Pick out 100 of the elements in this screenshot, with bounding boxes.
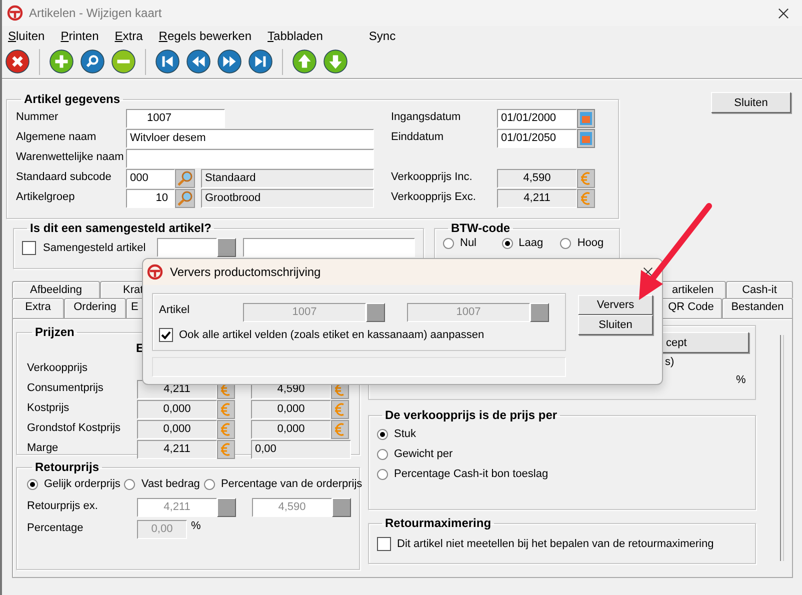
lookup-button[interactable] bbox=[217, 498, 236, 517]
field-label: Grondstof Kostprijs bbox=[27, 421, 122, 436]
radio-label[interactable]: Laag bbox=[518, 237, 544, 249]
lookup-button[interactable] bbox=[332, 498, 351, 517]
lookup-button[interactable] bbox=[366, 303, 385, 322]
field-label: Verkoopprijs Inc. bbox=[391, 170, 474, 185]
radio-button[interactable] bbox=[204, 478, 215, 490]
group-title: Is dit een samengesteld artikel? bbox=[29, 221, 212, 235]
input-field[interactable]: Witvloer desem bbox=[126, 129, 374, 148]
tab[interactable]: Cash-it bbox=[726, 281, 793, 298]
option-label: s) bbox=[665, 356, 674, 368]
input-field: 0,000 bbox=[251, 420, 331, 439]
input-field: Standaard bbox=[201, 169, 374, 188]
close-button[interactable]: Sluiten bbox=[711, 92, 791, 113]
input-field: 4,211 bbox=[137, 498, 217, 517]
input-field[interactable]: 10 bbox=[126, 189, 175, 208]
close-icon[interactable] bbox=[778, 8, 789, 18]
menu-item[interactable]: Tabbladen bbox=[268, 28, 323, 42]
field-label: Algemene naam bbox=[16, 130, 98, 145]
tab[interactable]: Ordering bbox=[64, 298, 126, 318]
radio-button[interactable] bbox=[377, 468, 388, 480]
group-title: Artikel gegevens bbox=[23, 92, 122, 106]
input-field: 4,211 bbox=[137, 440, 217, 459]
radio-label[interactable]: Percentage van de orderprijs bbox=[220, 478, 362, 490]
input-field: 0,000 bbox=[137, 420, 217, 439]
input-field[interactable]: 1007 bbox=[126, 109, 225, 128]
date-field[interactable]: 01/01/2050 bbox=[497, 129, 577, 148]
radio-button[interactable] bbox=[27, 478, 38, 490]
radio-label[interactable]: Gelijk orderprijs bbox=[44, 478, 120, 490]
plus-icon[interactable] bbox=[49, 49, 74, 74]
tab[interactable]: Bestanden bbox=[722, 298, 793, 318]
checkbox-label[interactable]: Samengesteld artikel bbox=[43, 242, 157, 254]
input-field[interactable] bbox=[126, 149, 374, 168]
field-label: Retourprijs ex. bbox=[27, 499, 99, 514]
tab[interactable]: Extra bbox=[12, 298, 64, 318]
radio-button[interactable] bbox=[502, 238, 513, 248]
window-title: Artikelen - Wijzigen kaart bbox=[29, 6, 162, 20]
logo-icon bbox=[147, 264, 163, 280]
input-field[interactable] bbox=[157, 238, 217, 257]
checkbox-label[interactable]: Ook alle artikel velden (zoals etiket en kassanaam) aanpassen bbox=[179, 329, 484, 341]
field-label: Marge bbox=[27, 441, 60, 456]
skip-back-icon[interactable] bbox=[155, 49, 180, 74]
input-field: Grootbrood bbox=[201, 189, 374, 208]
radio-button[interactable] bbox=[560, 238, 572, 248]
checkbox[interactable] bbox=[377, 537, 391, 551]
field-label: Verkoopprijs Exc. bbox=[391, 190, 477, 205]
radio-button[interactable] bbox=[443, 238, 454, 248]
input-field: 0,00 bbox=[137, 520, 187, 539]
menu-item[interactable]: Sluiten bbox=[8, 28, 45, 42]
radio-label[interactable]: Gewicht per bbox=[394, 448, 453, 460]
dialog-button[interactable]: Ververs bbox=[578, 295, 653, 315]
field-label: Nummer bbox=[16, 110, 60, 125]
input-field: 1007 bbox=[243, 303, 366, 322]
radio-button[interactable] bbox=[377, 428, 388, 440]
menu-item[interactable]: Extra bbox=[114, 28, 143, 42]
input-field: 0,00 bbox=[251, 440, 351, 459]
radio-label[interactable]: Vast bedrag bbox=[141, 478, 200, 490]
menu-item[interactable]: Printen bbox=[60, 28, 99, 42]
field-label: Warenwettelijke naam bbox=[16, 150, 125, 165]
unit-label: % bbox=[736, 374, 746, 386]
close-icon[interactable] bbox=[5, 49, 30, 74]
radio-label[interactable]: Stuk bbox=[394, 428, 416, 440]
group-title: Retourprijs bbox=[34, 460, 100, 474]
lookup-button[interactable] bbox=[217, 238, 236, 257]
field-label: Standaard subcode bbox=[16, 170, 112, 185]
field-label: Verkoopprijs bbox=[27, 361, 89, 376]
radio-label[interactable]: Hoog bbox=[577, 237, 604, 249]
search-icon[interactable] bbox=[80, 49, 105, 74]
group-title: BTW-code bbox=[450, 221, 512, 235]
input-field: 4,211 bbox=[497, 189, 577, 208]
input-field: 4,590 bbox=[252, 498, 332, 517]
radio-button[interactable] bbox=[124, 478, 136, 490]
radio-label[interactable]: Percentage Cash-it bon toeslag bbox=[394, 468, 548, 480]
dialog-button[interactable]: Sluiten bbox=[578, 315, 653, 335]
input-field: 0,000 bbox=[137, 400, 217, 419]
input-field: 4,590 bbox=[497, 169, 577, 188]
arrow-down-icon[interactable] bbox=[323, 49, 348, 74]
input-field[interactable]: 000 bbox=[126, 169, 175, 188]
menu-item[interactable]: Regels bewerken bbox=[158, 28, 252, 42]
checkbox[interactable] bbox=[159, 328, 173, 342]
menu-item[interactable]: Sync bbox=[368, 28, 396, 42]
input-field: 0,000 bbox=[251, 400, 331, 419]
field-label: Ingangsdatum bbox=[391, 110, 462, 125]
checkbox[interactable] bbox=[22, 240, 36, 254]
field-label: Consumentprijs bbox=[27, 381, 104, 396]
checkbox-label[interactable]: Dit artikel niet meetellen bij het bepalen van de retourmaximering bbox=[397, 538, 714, 550]
radio-button[interactable] bbox=[377, 448, 388, 460]
lookup-button[interactable] bbox=[530, 303, 549, 322]
input-field: 1007 bbox=[407, 303, 530, 322]
minus-icon[interactable] bbox=[111, 49, 136, 74]
radio-label[interactable]: Nul bbox=[460, 237, 477, 249]
arrow-up-icon[interactable] bbox=[292, 49, 317, 74]
fast-forward-icon[interactable] bbox=[217, 49, 242, 74]
tab[interactable]: QR Code bbox=[660, 298, 722, 318]
skip-forward-icon[interactable] bbox=[248, 49, 273, 74]
field-label: Artikelgroep bbox=[16, 190, 76, 205]
logo-icon bbox=[7, 5, 23, 21]
tab[interactable]: Afbeelding bbox=[12, 281, 100, 298]
rewind-icon[interactable] bbox=[186, 49, 211, 74]
date-field[interactable]: 01/01/2000 bbox=[497, 109, 577, 128]
